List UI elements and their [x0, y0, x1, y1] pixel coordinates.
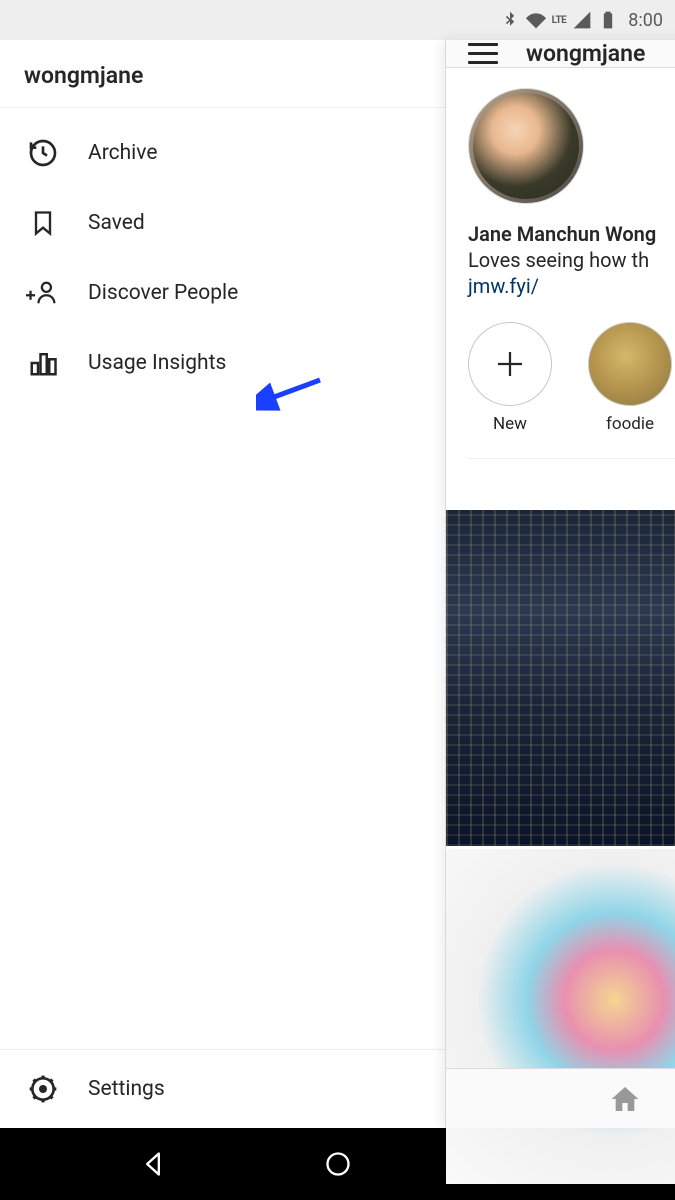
annotation-arrow — [256, 372, 326, 412]
drawer-item-label: Saved — [88, 211, 145, 235]
drawer-item-label: Discover People — [88, 281, 238, 305]
highlight-new[interactable]: New — [468, 322, 552, 434]
display-name: Jane Manchun Wong — [468, 222, 675, 246]
bio-link[interactable]: jmw.fyi/ — [468, 274, 675, 298]
highlight-thumbnail — [588, 322, 672, 406]
chart-icon — [26, 346, 60, 380]
drawer-item-label: Usage Insights — [88, 351, 226, 375]
bio-text: Loves seeing how th — [468, 248, 675, 272]
home-icon[interactable] — [609, 1083, 641, 1115]
post-thumbnail[interactable] — [446, 849, 675, 1185]
drawer-item-usage-insights[interactable]: Usage Insights — [0, 328, 445, 398]
bluetooth-icon — [500, 10, 520, 30]
drawer-item-discover[interactable]: Discover People — [0, 258, 445, 328]
menu-button[interactable] — [468, 43, 498, 65]
plus-icon — [468, 322, 552, 406]
gear-icon — [26, 1072, 60, 1106]
avatar[interactable] — [468, 88, 584, 204]
archive-icon — [26, 136, 60, 170]
bookmark-icon — [26, 206, 60, 240]
drawer-item-label: Settings — [88, 1077, 165, 1101]
network-label: LTE — [552, 15, 567, 26]
profile-header: wongmjane — [446, 40, 675, 68]
side-drawer: wongmjane Archive Saved Discover People — [0, 40, 445, 1128]
wifi-icon — [526, 10, 546, 30]
drawer-item-settings[interactable]: Settings — [0, 1049, 445, 1128]
back-button[interactable] — [139, 1150, 167, 1178]
drawer-username: wongmjane — [0, 40, 445, 108]
profile-username: wongmjane — [526, 40, 645, 67]
highlight-foodie[interactable]: foodie — [588, 322, 672, 434]
home-button[interactable] — [324, 1150, 352, 1178]
bottom-nav — [446, 1068, 675, 1128]
discover-people-icon — [26, 276, 60, 310]
status-bar: LTE 8:00 — [0, 0, 675, 40]
grid-tab[interactable] — [468, 458, 675, 510]
battery-icon — [598, 10, 618, 30]
highlight-label: foodie — [606, 414, 654, 434]
post-thumbnail[interactable] — [446, 510, 675, 846]
signal-icon — [572, 10, 592, 30]
profile-page: wongmjane Jane Manchun Wong Loves seeing… — [445, 40, 675, 1128]
drawer-item-label: Archive — [88, 141, 157, 165]
clock-label: 8:00 — [628, 10, 663, 31]
highlight-label: New — [493, 414, 527, 434]
drawer-item-archive[interactable]: Archive — [0, 118, 445, 188]
drawer-item-saved[interactable]: Saved — [0, 188, 445, 258]
